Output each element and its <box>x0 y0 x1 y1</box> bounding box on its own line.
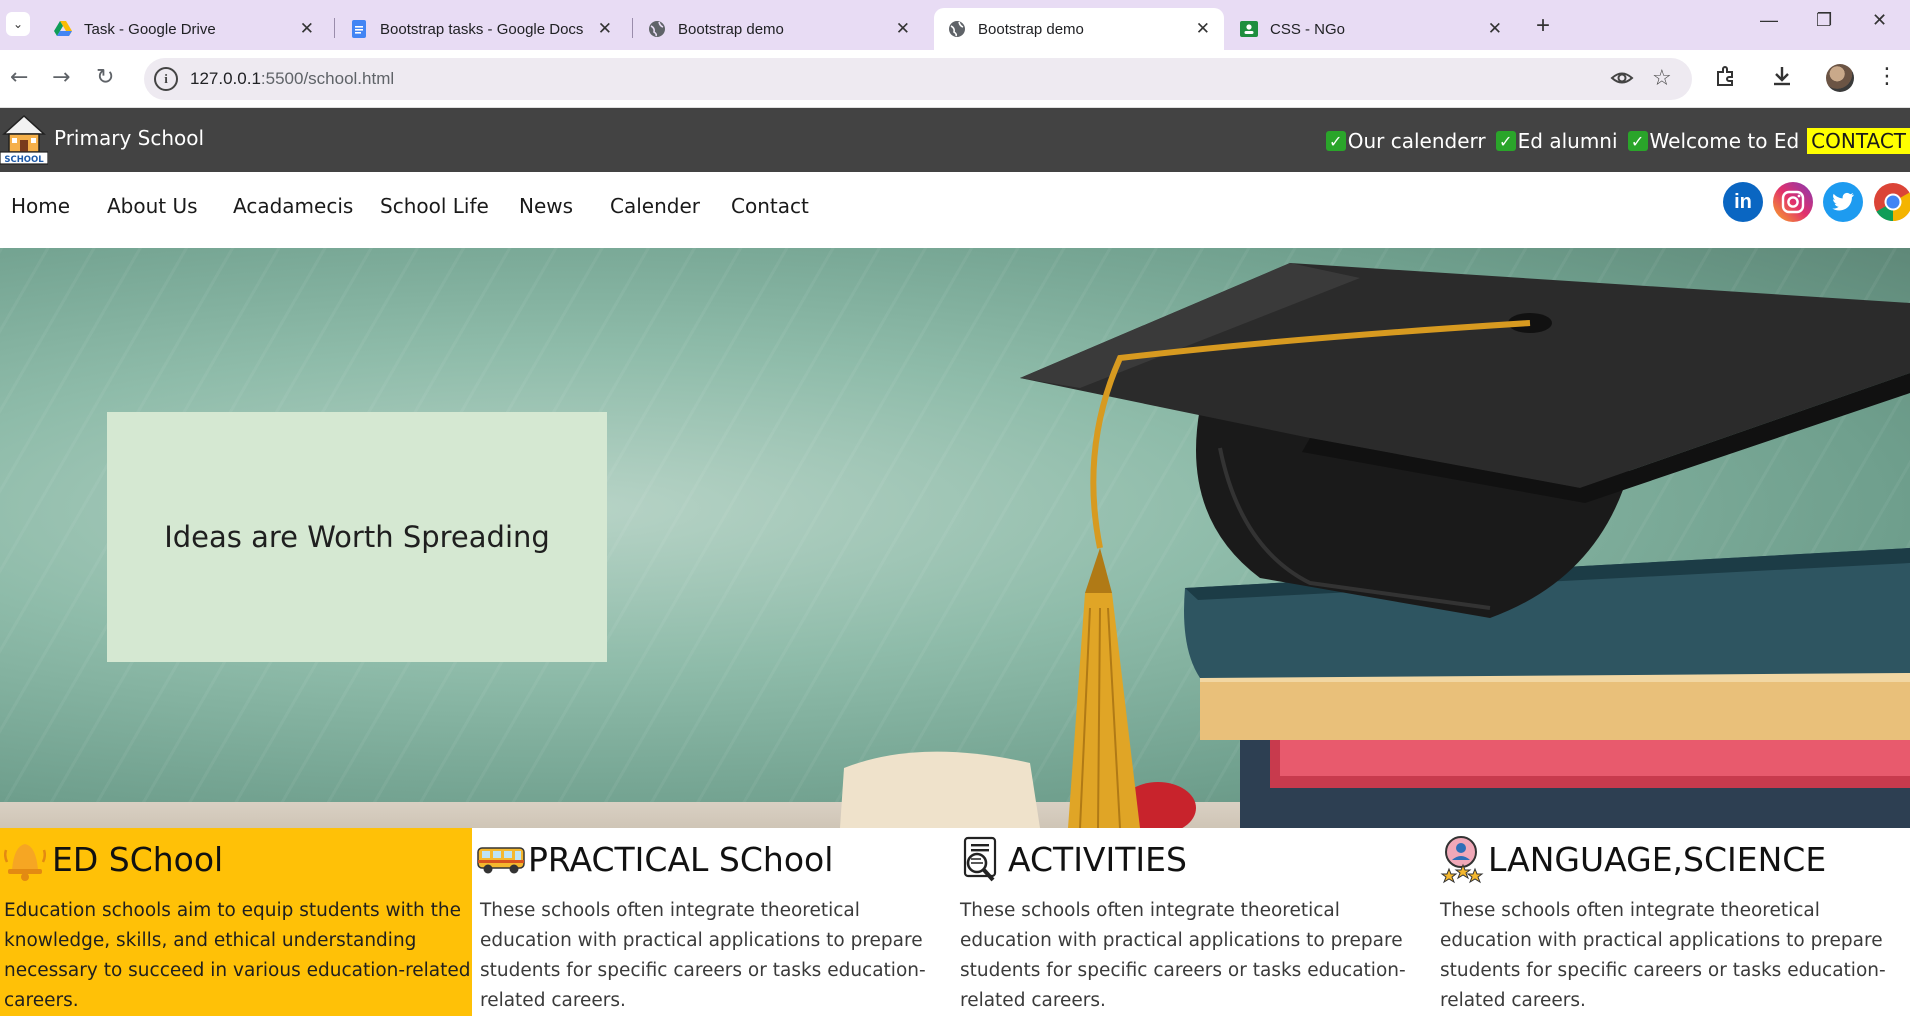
twitter-icon[interactable] <box>1823 182 1863 222</box>
checkbox-checked-icon[interactable]: ✓ <box>1325 131 1346 151</box>
close-icon[interactable]: ✕ <box>896 19 910 39</box>
linkedin-icon[interactable]: in <box>1723 182 1763 222</box>
tab-strip: ⌄ Task - Google Drive ✕ Bootstrap tasks … <box>0 0 1910 50</box>
globe-icon <box>948 20 966 38</box>
url-text[interactable]: 127.0.0.1:5500/school.html <box>190 69 394 89</box>
close-icon[interactable]: ✕ <box>1488 19 1502 39</box>
features-section: ED SChool Education schools aim to equip… <box>0 828 1910 1016</box>
tab-separator <box>632 18 633 38</box>
nav-calender[interactable]: Calender <box>610 194 700 218</box>
tab-google-docs[interactable]: Bootstrap tasks - Google Docs ✕ <box>336 8 626 50</box>
instagram-icon[interactable] <box>1773 182 1813 222</box>
school-logo[interactable]: SCHOOL <box>0 112 49 168</box>
tab-title: Bootstrap demo <box>978 20 1084 38</box>
feature-title: LANGUAGE,SCIENCE <box>1488 839 1827 879</box>
hero-banner: Ideas are Worth Spreading <box>0 248 1910 828</box>
globe-icon <box>648 20 666 38</box>
extensions-icon[interactable] <box>1714 64 1738 94</box>
star-bookmark-icon[interactable]: ☆ <box>1652 66 1672 91</box>
feature-description: Education schools aim to equip students … <box>4 900 471 1011</box>
tab-separator <box>334 18 335 38</box>
forward-arrow-icon[interactable]: → <box>52 65 70 90</box>
top-links: ✓ Our calenderr ✓ Ed alumni ✓ Welcome to… <box>1316 128 1910 154</box>
close-icon[interactable]: ✕ <box>1196 19 1210 39</box>
minimize-icon[interactable]: — <box>1760 10 1778 31</box>
tab-google-drive[interactable]: Task - Google Drive ✕ <box>40 8 328 50</box>
download-icon[interactable] <box>1770 64 1794 94</box>
new-tab-button[interactable]: + <box>1536 12 1550 40</box>
url-host: 127.0.0.1 <box>190 69 261 88</box>
graduation-cap-books-image <box>840 263 1910 828</box>
tab-css-ngo[interactable]: CSS - NGo ✕ <box>1226 8 1516 50</box>
school-bus-icon <box>476 834 526 884</box>
top-link-welcome[interactable]: Welcome to Ed <box>1650 129 1800 153</box>
main-nav: Home About Us Acadamecis School Life New… <box>0 172 1910 248</box>
logo-text: SCHOOL <box>4 155 44 165</box>
feature-description: These schools often integrate theoretica… <box>960 900 1406 1011</box>
top-link-calender[interactable]: Our calenderr <box>1348 129 1486 153</box>
tab-title: CSS - NGo <box>1270 20 1346 38</box>
feature-card-ed-school: ED SChool Education schools aim to equip… <box>0 828 472 1016</box>
search-document-icon <box>956 834 1006 884</box>
nav-academics[interactable]: Acadamecis <box>233 194 353 218</box>
tab-title: Task - Google Drive <box>84 20 216 38</box>
back-arrow-icon[interactable]: ← <box>10 65 28 90</box>
more-menu-icon[interactable]: ⋮ <box>1876 64 1898 89</box>
feature-card-language-science: LANGUAGE,SCIENCE These schools often int… <box>1436 828 1910 1016</box>
nav-home[interactable]: Home <box>11 194 70 218</box>
reload-icon[interactable]: ↻ <box>96 65 114 90</box>
feature-title: PRACTICAL SChool <box>528 839 834 879</box>
nav-news[interactable]: News <box>519 194 573 218</box>
browser-toolbar: ← → ↻ i 127.0.0.1:5500/school.html ☆ ⋮ <box>0 50 1910 108</box>
google-drive-icon <box>54 20 72 38</box>
tab-bootstrap-demo-active[interactable]: Bootstrap demo ✕ <box>934 8 1224 50</box>
award-badge-icon <box>1436 834 1486 884</box>
feature-card-practical-school: PRACTICAL SChool These schools often int… <box>476 828 956 1016</box>
nav-school-life[interactable]: School Life <box>380 194 489 218</box>
url-path: :5500/school.html <box>260 69 395 88</box>
bell-icon <box>0 834 50 884</box>
close-icon[interactable]: ✕ <box>598 19 612 39</box>
profile-avatar[interactable] <box>1826 64 1854 92</box>
tab-title: Bootstrap tasks - Google Docs <box>380 20 584 38</box>
tab-search-button[interactable]: ⌄ <box>6 12 30 36</box>
chrome-icon[interactable] <box>1873 182 1910 222</box>
checkbox-checked-icon[interactable]: ✓ <box>1627 131 1648 151</box>
feature-card-activities: ACTIVITIES These schools often integrate… <box>956 828 1436 1016</box>
hero-tagline: Ideas are Worth Spreading <box>164 520 550 554</box>
nav-contact[interactable]: Contact <box>731 194 809 218</box>
brand-name[interactable]: Primary School <box>54 126 204 150</box>
feature-title: ED SChool <box>52 839 224 879</box>
close-icon[interactable]: ✕ <box>300 19 314 39</box>
top-link-alumni[interactable]: Ed alumni <box>1518 129 1618 153</box>
feature-title: ACTIVITIES <box>1008 839 1187 879</box>
restore-icon[interactable]: ❐ <box>1816 10 1832 31</box>
checkbox-checked-icon[interactable]: ✓ <box>1495 131 1516 151</box>
google-classroom-icon <box>1240 20 1258 38</box>
tagline-box: Ideas are Worth Spreading <box>107 412 607 662</box>
feature-description: These schools often integrate theoretica… <box>480 900 926 1011</box>
google-docs-icon <box>350 20 368 38</box>
feature-description: These schools often integrate theoretica… <box>1440 900 1886 1011</box>
contact-button[interactable]: CONTACT <box>1807 128 1910 154</box>
address-bar[interactable]: i 127.0.0.1:5500/school.html ☆ <box>144 58 1692 100</box>
site-topbar: SCHOOL Primary School ✓ Our calenderr ✓ … <box>0 108 1910 172</box>
nav-about-us[interactable]: About Us <box>107 194 198 218</box>
eye-icon[interactable] <box>1610 66 1634 96</box>
linkedin-label: in <box>1734 190 1752 213</box>
window-close-icon[interactable]: ✕ <box>1872 10 1887 31</box>
site-info-icon[interactable]: i <box>154 67 178 91</box>
tab-bootstrap-demo-1[interactable]: Bootstrap demo ✕ <box>634 8 924 50</box>
tab-title: Bootstrap demo <box>678 20 784 38</box>
